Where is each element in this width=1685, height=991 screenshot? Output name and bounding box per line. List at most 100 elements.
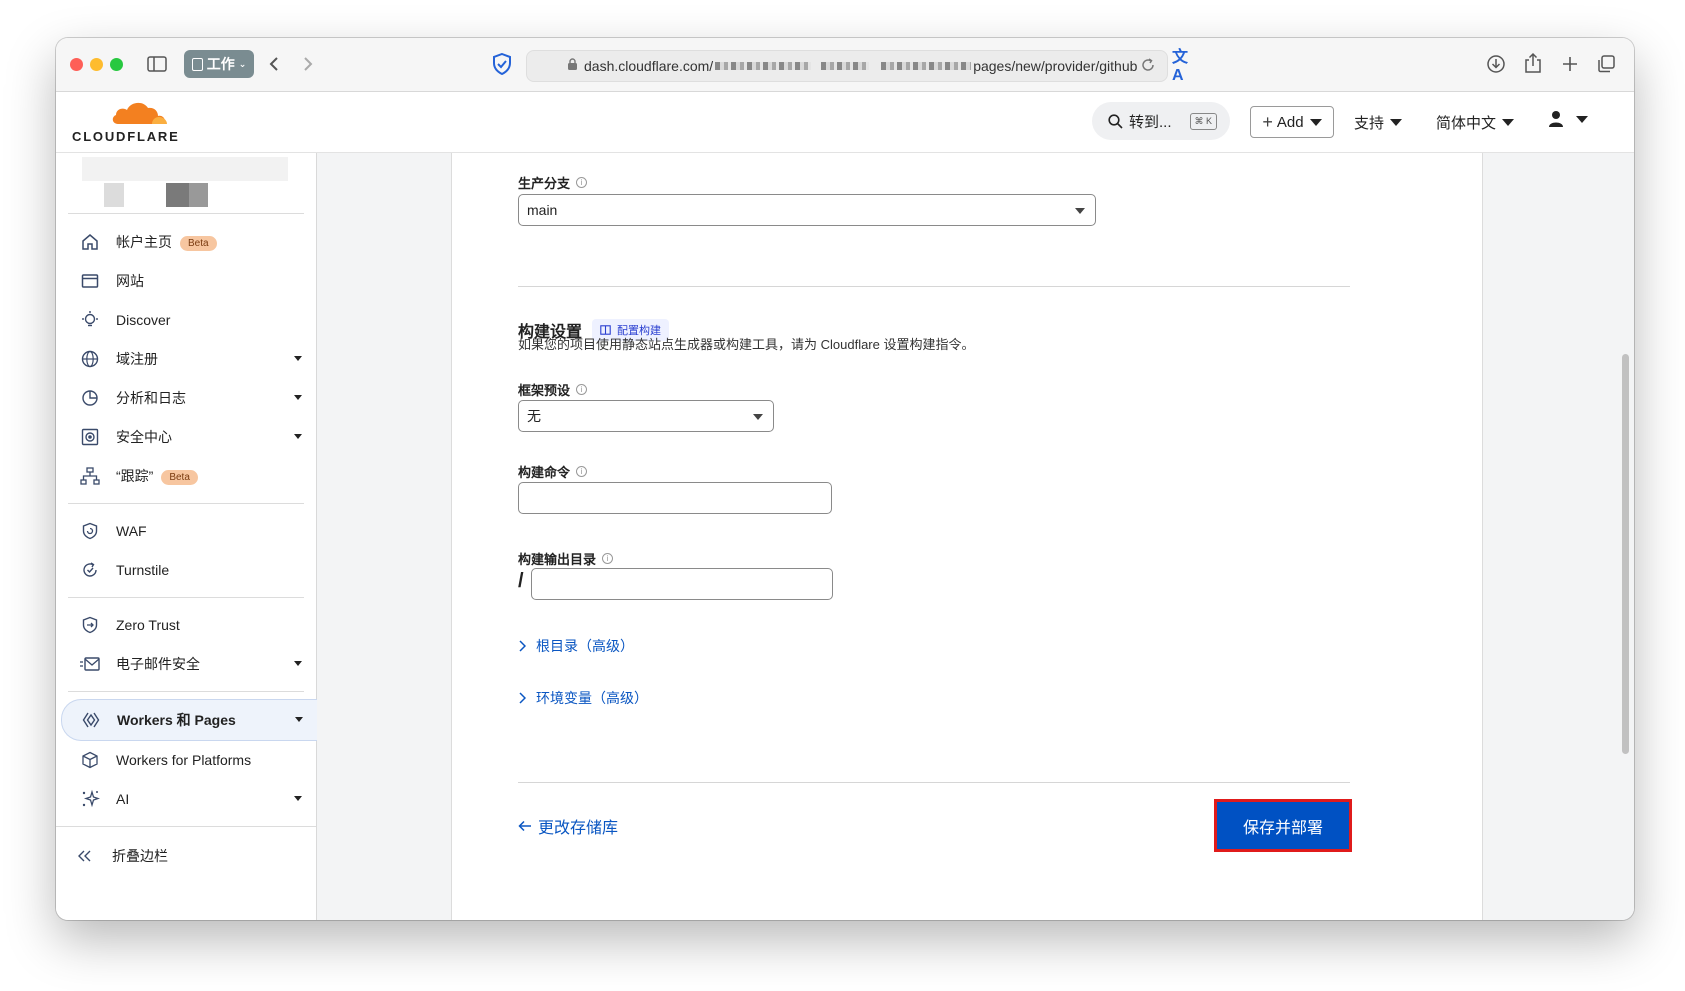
sidebar-item-ai[interactable]: AI (56, 779, 316, 819)
build-command-input[interactable] (518, 482, 832, 514)
translate-icon[interactable]: 文A (1172, 49, 1198, 84)
info-icon[interactable]: i (576, 466, 588, 477)
sidebar-item-label: WAF (116, 523, 147, 539)
framework-label-text: 框架预设 (518, 383, 571, 398)
collapse-label: 折叠边栏 (112, 848, 168, 864)
branch-value: main (527, 202, 558, 218)
close-window-button[interactable] (70, 58, 83, 71)
address-bar[interactable]: dash.cloudflare.com/ pages/new/provider/… (526, 50, 1168, 82)
browser-window: 工作 ⌄ dash.cloudflare.com/ pages/new/prov… (56, 38, 1634, 920)
sidebar-item-label: 分析和日志 (116, 390, 186, 406)
save-and-deploy-button[interactable]: 保存并部署 (1214, 799, 1352, 852)
sidebar-item-zero-trust[interactable]: Zero Trust (56, 605, 316, 645)
goto-label: 转到... (1129, 113, 1172, 131)
cloudflare-logo[interactable]: CLOUDFLARE (72, 100, 182, 144)
zoom-window-button[interactable] (110, 58, 123, 71)
sidebar-item-domain-registration[interactable]: 域注册 (56, 339, 316, 379)
tab-group-button[interactable]: 工作 ⌄ (184, 50, 254, 78)
chevron-down-icon (294, 661, 302, 666)
change-repository-link[interactable]: 更改存储库 (518, 814, 618, 838)
section-divider (518, 286, 1350, 287)
sidebar-item-trace[interactable]: “跟踪” Beta (56, 456, 316, 496)
sidebar-item-label: “跟踪” (116, 468, 154, 484)
sidebar-item-analytics-logs[interactable]: 分析和日志 (56, 378, 316, 418)
add-label: Add (1276, 113, 1304, 131)
root-dir-label: 根目录（高级） (536, 638, 634, 654)
language-dropdown[interactable]: 简体中文 (1436, 112, 1515, 133)
tab-group-label: 工作 (206, 56, 235, 72)
zero-trust-icon (80, 615, 100, 635)
info-icon[interactable]: i (576, 384, 588, 395)
tab-group-icon (191, 57, 203, 71)
page-scrollbar[interactable] (1622, 354, 1629, 754)
goto-search-button[interactable]: 转到... ⌘ K (1092, 102, 1230, 140)
minimize-window-button[interactable] (90, 58, 103, 71)
user-menu[interactable] (1548, 110, 1588, 128)
shortcut-hint: ⌘ K (1189, 112, 1218, 130)
language-label: 简体中文 (1436, 115, 1497, 132)
branch-label-text: 生产分支 (518, 176, 571, 191)
privacy-shield-icon[interactable] (490, 52, 514, 76)
chevron-down-icon (1309, 118, 1322, 126)
chevron-down-icon (1390, 119, 1403, 126)
sidebar-toggle-icon[interactable] (146, 53, 168, 75)
add-button[interactable]: + Add (1250, 106, 1334, 138)
collapse-sidebar-button[interactable]: 折叠边栏 (56, 831, 316, 881)
info-icon[interactable]: i (576, 177, 588, 188)
output-dir-input[interactable] (531, 568, 833, 600)
chevron-down-icon (294, 395, 302, 400)
support-dropdown[interactable]: 支持 (1354, 112, 1403, 133)
forward-icon[interactable] (296, 52, 320, 76)
sidebar-item-label: 电子邮件安全 (116, 656, 200, 672)
new-tab-icon[interactable] (1558, 52, 1582, 76)
globe-icon (80, 349, 100, 369)
sidebar-item-workers-pages[interactable]: Workers 和 Pages (61, 699, 317, 741)
sidebar-item-label: AI (116, 791, 130, 807)
plus-icon: + (1262, 111, 1273, 132)
chevron-down-icon (294, 356, 302, 361)
network-tree-icon (80, 466, 100, 486)
chevron-down-icon: ⌄ (238, 58, 247, 69)
sidebar-item-workers-for-platforms[interactable]: Workers for Platforms (56, 740, 316, 780)
branch-label: 生产分支 i (518, 173, 588, 192)
sidebar-item-label: Workers for Platforms (116, 752, 252, 768)
reload-icon[interactable] (1141, 58, 1155, 75)
sidebar-item-turnstile[interactable]: Turnstile (56, 550, 316, 590)
sidebar-item-websites[interactable]: 网站 (56, 261, 316, 301)
back-icon[interactable] (262, 52, 286, 76)
env-vars-toggle[interactable]: 环境变量（高级） (518, 688, 648, 708)
waf-shield-icon (80, 521, 100, 541)
tab-overview-icon[interactable] (1594, 52, 1618, 76)
divider (68, 503, 304, 504)
build-description: 如果您的项目使用静态站点生成器或构建工具，请为 Cloudflare 设置构建指… (518, 337, 975, 352)
framework-label: 框架预设 i (518, 380, 588, 399)
logo-wordmark: CLOUDFLARE (72, 129, 180, 144)
downloads-icon[interactable] (1484, 52, 1508, 76)
sidebar-item-discover[interactable]: Discover (56, 300, 316, 340)
env-vars-label: 环境变量（高级） (536, 690, 648, 706)
framework-value: 无 (527, 408, 541, 424)
info-icon[interactable]: i (602, 553, 614, 564)
chevron-down-icon (1576, 115, 1588, 123)
change-repository-label: 更改存储库 (538, 820, 619, 837)
root-dir-toggle[interactable]: 根目录（高级） (518, 636, 634, 656)
lock-icon (567, 58, 578, 74)
sidebar-item-waf[interactable]: WAF (56, 511, 316, 551)
build-command-label: 构建命令 i (518, 462, 588, 481)
url-redacted (881, 62, 972, 70)
build-command-label-text: 构建命令 (518, 465, 571, 480)
sidebar-item-label: Zero Trust (116, 617, 180, 633)
framework-preset-select[interactable]: 无 (518, 400, 774, 432)
sidebar-item-label: 安全中心 (116, 429, 172, 445)
support-label: 支持 (1354, 115, 1385, 132)
search-icon (1108, 113, 1123, 129)
sidebar-item-security-center[interactable]: 安全中心 (56, 417, 316, 457)
divider (68, 597, 304, 598)
sidebar-item-account-home[interactable]: 帐户主页 Beta (56, 222, 316, 262)
section-divider (518, 782, 1350, 783)
production-branch-select[interactable]: main (518, 194, 1096, 226)
sidebar-item-email-security[interactable]: 电子邮件安全 (56, 644, 316, 684)
share-icon[interactable] (1521, 51, 1545, 75)
double-chevron-left-icon (74, 846, 94, 866)
cloudflare-header: CLOUDFLARE 转到... ⌘ K + Add 支持 简体中文 (56, 92, 1634, 153)
